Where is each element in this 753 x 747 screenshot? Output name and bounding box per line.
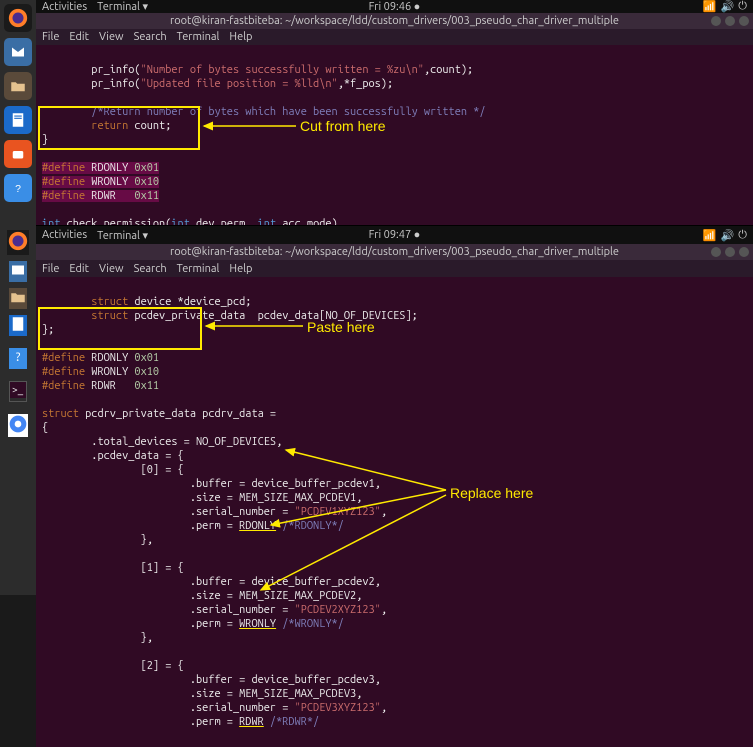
close-icon[interactable]: [739, 247, 749, 257]
files-icon[interactable]: [4, 72, 32, 100]
menu-search[interactable]: Search: [134, 263, 167, 275]
power-icon[interactable]: ⏻: [738, 229, 747, 242]
window-title: root@kiran-fastbiteba: ~/workspace/ldd/c…: [170, 246, 619, 258]
close-icon[interactable]: [739, 16, 749, 26]
window-title-bar: root@kiran-fastbiteba: ~/workspace/ldd/c…: [36, 13, 753, 29]
top-bar-2: Activities Terminal ▾ Fri 09:47 ● 📶 🔊 ⏻: [36, 226, 753, 244]
minimize-icon[interactable]: [711, 16, 721, 26]
highlight-cut-box: [38, 106, 200, 150]
highlight-paste-box: [38, 307, 202, 350]
anno-cut: Cut from here: [300, 118, 386, 134]
power-icon[interactable]: ⏻: [738, 0, 747, 13]
menu-bar: File Edit View Search Terminal Help: [36, 260, 753, 277]
app-indicator[interactable]: Terminal ▾: [97, 0, 148, 13]
activities-btn[interactable]: Activities: [42, 229, 87, 241]
svg-text:>_: >_: [12, 384, 24, 395]
firefox-icon[interactable]: [4, 4, 32, 32]
maximize-icon[interactable]: [725, 247, 735, 257]
window-title-bar: root@kiran-fastbiteba: ~/workspace/ldd/c…: [36, 244, 753, 260]
minimize-icon[interactable]: [711, 247, 721, 257]
window-title: root@kiran-fastbiteba: ~/workspace/ldd/c…: [170, 15, 619, 27]
firefox-icon[interactable]: [7, 230, 29, 255]
menu-view[interactable]: View: [99, 31, 124, 43]
svg-text:?: ?: [15, 351, 22, 364]
menu-bar: File Edit View Search Terminal Help: [36, 29, 753, 45]
clock[interactable]: Fri 09:46 ●: [369, 1, 421, 13]
help-icon[interactable]: ?: [4, 174, 32, 202]
top-bar-1: Activities Terminal ▾ Fri 09:46 ● 📶 🔊 ⏻: [36, 0, 753, 13]
volume-icon[interactable]: 🔊: [721, 229, 735, 242]
menu-edit[interactable]: Edit: [69, 31, 89, 43]
svg-text:?: ?: [15, 183, 21, 195]
menu-terminal[interactable]: Terminal: [177, 31, 220, 43]
files-icon[interactable]: [9, 288, 27, 309]
menu-search[interactable]: Search: [134, 31, 167, 43]
terminal-icon[interactable]: >_: [9, 381, 27, 402]
menu-help[interactable]: Help: [229, 31, 252, 43]
network-icon[interactable]: 📶: [703, 229, 717, 242]
network-icon[interactable]: 📶: [703, 0, 717, 13]
activities-btn[interactable]: Activities: [42, 1, 87, 13]
menu-help[interactable]: Help: [229, 263, 252, 275]
menu-terminal[interactable]: Terminal: [177, 263, 220, 275]
maximize-icon[interactable]: [725, 16, 735, 26]
chrome-icon[interactable]: [8, 414, 28, 437]
help-icon[interactable]: ?: [9, 348, 27, 369]
clock[interactable]: Fri 09:47 ●: [369, 229, 421, 241]
anno-paste: Paste here: [307, 319, 375, 335]
writer-icon[interactable]: [4, 106, 32, 134]
store-icon[interactable]: [4, 140, 32, 168]
writer-icon[interactable]: [9, 315, 27, 336]
volume-icon[interactable]: 🔊: [721, 0, 735, 13]
mail-icon[interactable]: [9, 261, 27, 282]
menu-file[interactable]: File: [42, 263, 59, 275]
menu-view[interactable]: View: [99, 263, 124, 275]
menu-file[interactable]: File: [42, 31, 59, 43]
menu-edit[interactable]: Edit: [69, 263, 89, 275]
mail-icon[interactable]: [4, 38, 32, 66]
app-indicator[interactable]: Terminal ▾: [97, 229, 148, 242]
anno-replace: Replace here: [450, 485, 533, 501]
